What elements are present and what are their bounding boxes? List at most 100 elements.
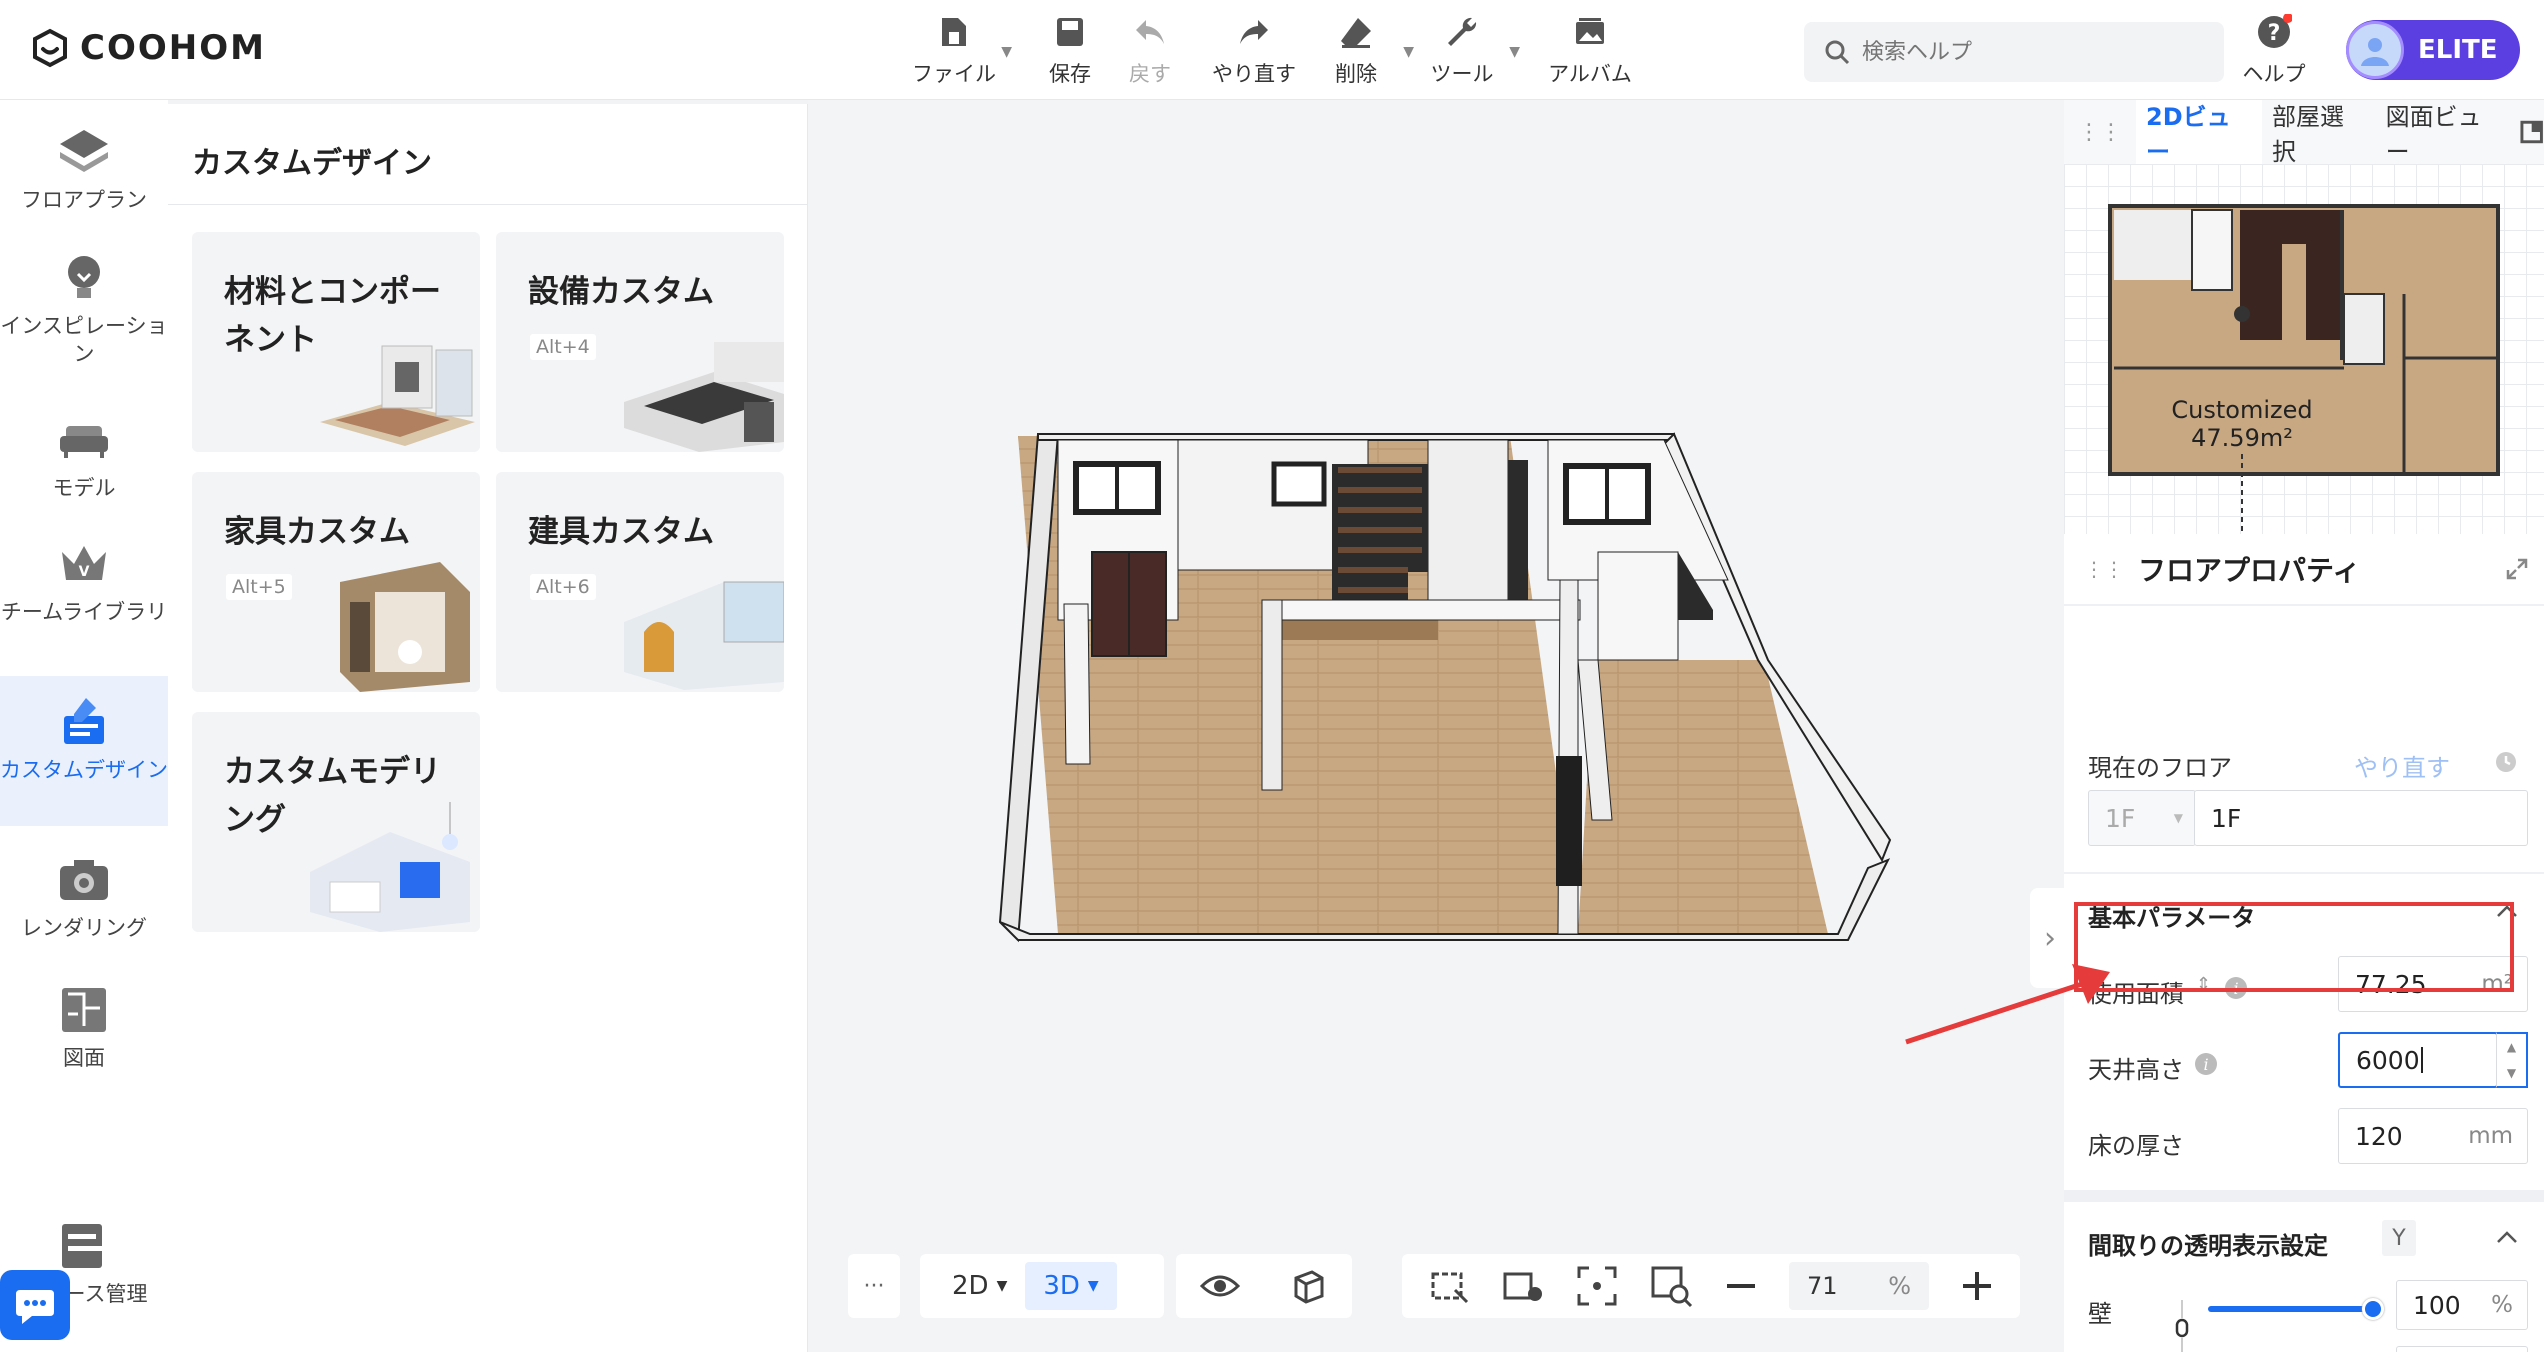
materials-thumbnail — [320, 345, 475, 446]
svg-text:?: ? — [2268, 21, 2281, 46]
nav-floorplan[interactable]: フロアプラン — [0, 124, 168, 224]
nav-inspiration[interactable]: インスピレーション — [0, 250, 168, 380]
ceiling-height-stepper[interactable]: ▲ ▼ — [2496, 1032, 2528, 1088]
avatar — [2346, 21, 2404, 79]
redo-icon — [1240, 20, 1268, 44]
zoom-out-button[interactable] — [1723, 1268, 1759, 1304]
floor-name-input[interactable]: 1F — [2194, 790, 2528, 846]
search-box[interactable] — [1804, 22, 2224, 82]
search-input[interactable] — [1862, 39, 2192, 65]
chat-support-button[interactable] — [0, 1270, 70, 1340]
top-toolbar: COOHOM ファイル ▼ 保存 戻す やり直す 削除 ▼ ツール ▼ アルバム… — [0, 0, 2544, 100]
kitchen-thumbnail — [624, 342, 784, 452]
camera-zoom-toolbar: 71 % — [1402, 1254, 2020, 1318]
modeling-thumbnail — [310, 802, 470, 932]
view-3d-button[interactable]: 3D ▼ — [1025, 1262, 1117, 1310]
drag-handle-icon[interactable]: ⋮⋮ — [2084, 557, 2124, 581]
door-window-thumbnail — [624, 581, 784, 690]
chevron-down-icon: ▼ — [1509, 44, 1520, 60]
custom-design-panel: カスタムデザイン 材料とコンポーネント 設備カスタム Alt+4 家具カスタム … — [168, 104, 808, 1352]
ceiling-height-input[interactable]: 6000 — [2338, 1032, 2498, 1088]
camera-position-marker[interactable] — [2234, 306, 2250, 322]
zoom-in-button[interactable] — [1959, 1268, 1995, 1304]
chevron-down-icon: ▼ — [996, 1278, 1008, 1294]
wrench-icon — [1448, 17, 1477, 46]
delete-button[interactable]: 削除 ▼ — [1306, 14, 1414, 88]
elite-badge: ELITE — [2418, 35, 2498, 65]
zoom-in-magnifier-icon[interactable] — [1649, 1264, 1693, 1308]
right-panel: ⋮⋮ 2Dビュー 部屋選択 図面ビュー Customized 47.59m² ⋮… — [2064, 100, 2544, 1352]
tools-button[interactable]: ツール ▼ — [1412, 14, 1520, 88]
tab-drawing-view[interactable]: 図面ビュー — [2376, 97, 2513, 167]
slider-knob[interactable] — [2362, 1298, 2384, 1320]
2d-minimap[interactable]: Customized 47.59m² — [2064, 164, 2544, 534]
fit-view-icon[interactable] — [1575, 1264, 1619, 1308]
user-account-button[interactable]: ELITE — [2346, 20, 2520, 80]
text-cursor — [2420, 1047, 2423, 1073]
floor-thickness-input[interactable]: 120 mm — [2338, 1108, 2528, 1164]
card-equipment-custom[interactable]: 設備カスタム Alt+4 — [496, 232, 784, 452]
file-button[interactable]: ファイル ▼ — [904, 14, 1012, 88]
card-furniture-custom[interactable]: 家具カスタム Alt+5 — [192, 472, 480, 692]
floor-opacity-input[interactable]: 100 % — [2396, 1346, 2528, 1352]
cube-icon[interactable] — [1288, 1266, 1328, 1306]
zoom-level-field[interactable]: 71 % — [1789, 1262, 1929, 1310]
nav-team-library[interactable]: V チームライブラリ — [0, 536, 168, 666]
card-fittings-custom[interactable]: 建具カスタム Alt+6 — [496, 472, 784, 692]
popout-icon[interactable] — [2519, 119, 2544, 145]
tab-room-select[interactable]: 部屋選択 — [2262, 97, 2376, 167]
3d-viewport[interactable] — [808, 100, 2070, 1352]
expand-icon[interactable] — [2506, 558, 2528, 580]
chevron-up-icon[interactable] — [2494, 1224, 2520, 1250]
drag-handle-icon[interactable]: ⋮⋮ — [2064, 120, 2136, 145]
view-2d-button[interactable]: 2D ▼ — [934, 1271, 1025, 1301]
eraser-icon — [1341, 18, 1371, 48]
screenshot-icon[interactable] — [1427, 1264, 1471, 1308]
interior-wall-left — [1063, 603, 1091, 765]
brand-name: COOHOM — [80, 28, 266, 68]
undo-icon — [1136, 20, 1164, 44]
wall-opacity-input[interactable]: 100 % — [2396, 1280, 2528, 1330]
3d-floorplan-render[interactable] — [808, 100, 2070, 1352]
svg-text:i: i — [2203, 1055, 2208, 1074]
chevron-down-icon: ▼ — [2173, 811, 2183, 825]
info-icon: i — [2195, 1053, 2217, 1075]
card-materials-components[interactable]: 材料とコンポーネント — [192, 232, 480, 452]
crown-icon: V — [62, 546, 106, 580]
left-navigation: フロアプラン インスピレーション モデル V チームライブラリ カスタムデザイン… — [0, 100, 168, 1352]
album-button[interactable]: アルバム — [1540, 14, 1640, 88]
chevron-down-icon[interactable]: ▼ — [2507, 1066, 2516, 1080]
nav-drawing[interactable]: 図面 — [0, 982, 168, 1082]
link-icon[interactable] — [2172, 1298, 2192, 1352]
help-button[interactable]: ? ヘルプ — [2224, 14, 2324, 88]
view-mode-toolbar: 2D ▼ 3D ▼ — [920, 1254, 1164, 1318]
custom-design-icon — [64, 698, 104, 744]
redo-button[interactable]: やり直す — [1204, 14, 1304, 88]
floor-prefix-select[interactable]: 1F ▼ — [2088, 790, 2196, 846]
nav-rendering[interactable]: レンダリング — [0, 852, 168, 952]
coohom-logo[interactable]: COOHOM — [30, 28, 266, 68]
floor-stair-area — [1280, 620, 1438, 640]
outer-wall-back — [1037, 433, 1675, 441]
eye-icon[interactable] — [1200, 1266, 1240, 1306]
more-options-button[interactable]: ··· — [848, 1254, 900, 1318]
user-icon — [2361, 38, 2389, 66]
undo-button[interactable]: 戻す — [1100, 14, 1200, 88]
search-icon — [1825, 40, 1850, 65]
floorplan-icon — [60, 130, 108, 172]
camera-settings-icon[interactable] — [1501, 1264, 1545, 1308]
redo-floor-link[interactable]: やり直す — [2354, 748, 2450, 783]
card-custom-modeling[interactable]: カスタムモデリング — [192, 712, 480, 932]
furniture-thumbnail — [340, 562, 470, 692]
nav-custom-design[interactable]: カスタムデザイン — [0, 676, 168, 826]
nav-model[interactable]: モデル — [0, 412, 168, 512]
save-icon — [1057, 18, 1083, 46]
window-mid — [1271, 461, 1327, 507]
display-toolbar — [1176, 1254, 1352, 1318]
tab-2d-view[interactable]: 2Dビュー — [2136, 100, 2262, 166]
chevron-up-icon[interactable]: ▲ — [2507, 1040, 2516, 1054]
view-tabs: ⋮⋮ 2Dビュー 部屋選択 図面ビュー — [2064, 97, 2544, 167]
minimap-floorplan: Customized 47.59m² — [2108, 204, 2500, 534]
interior-wall-center — [1261, 599, 1581, 621]
wall-opacity-slider[interactable] — [2208, 1298, 2384, 1320]
